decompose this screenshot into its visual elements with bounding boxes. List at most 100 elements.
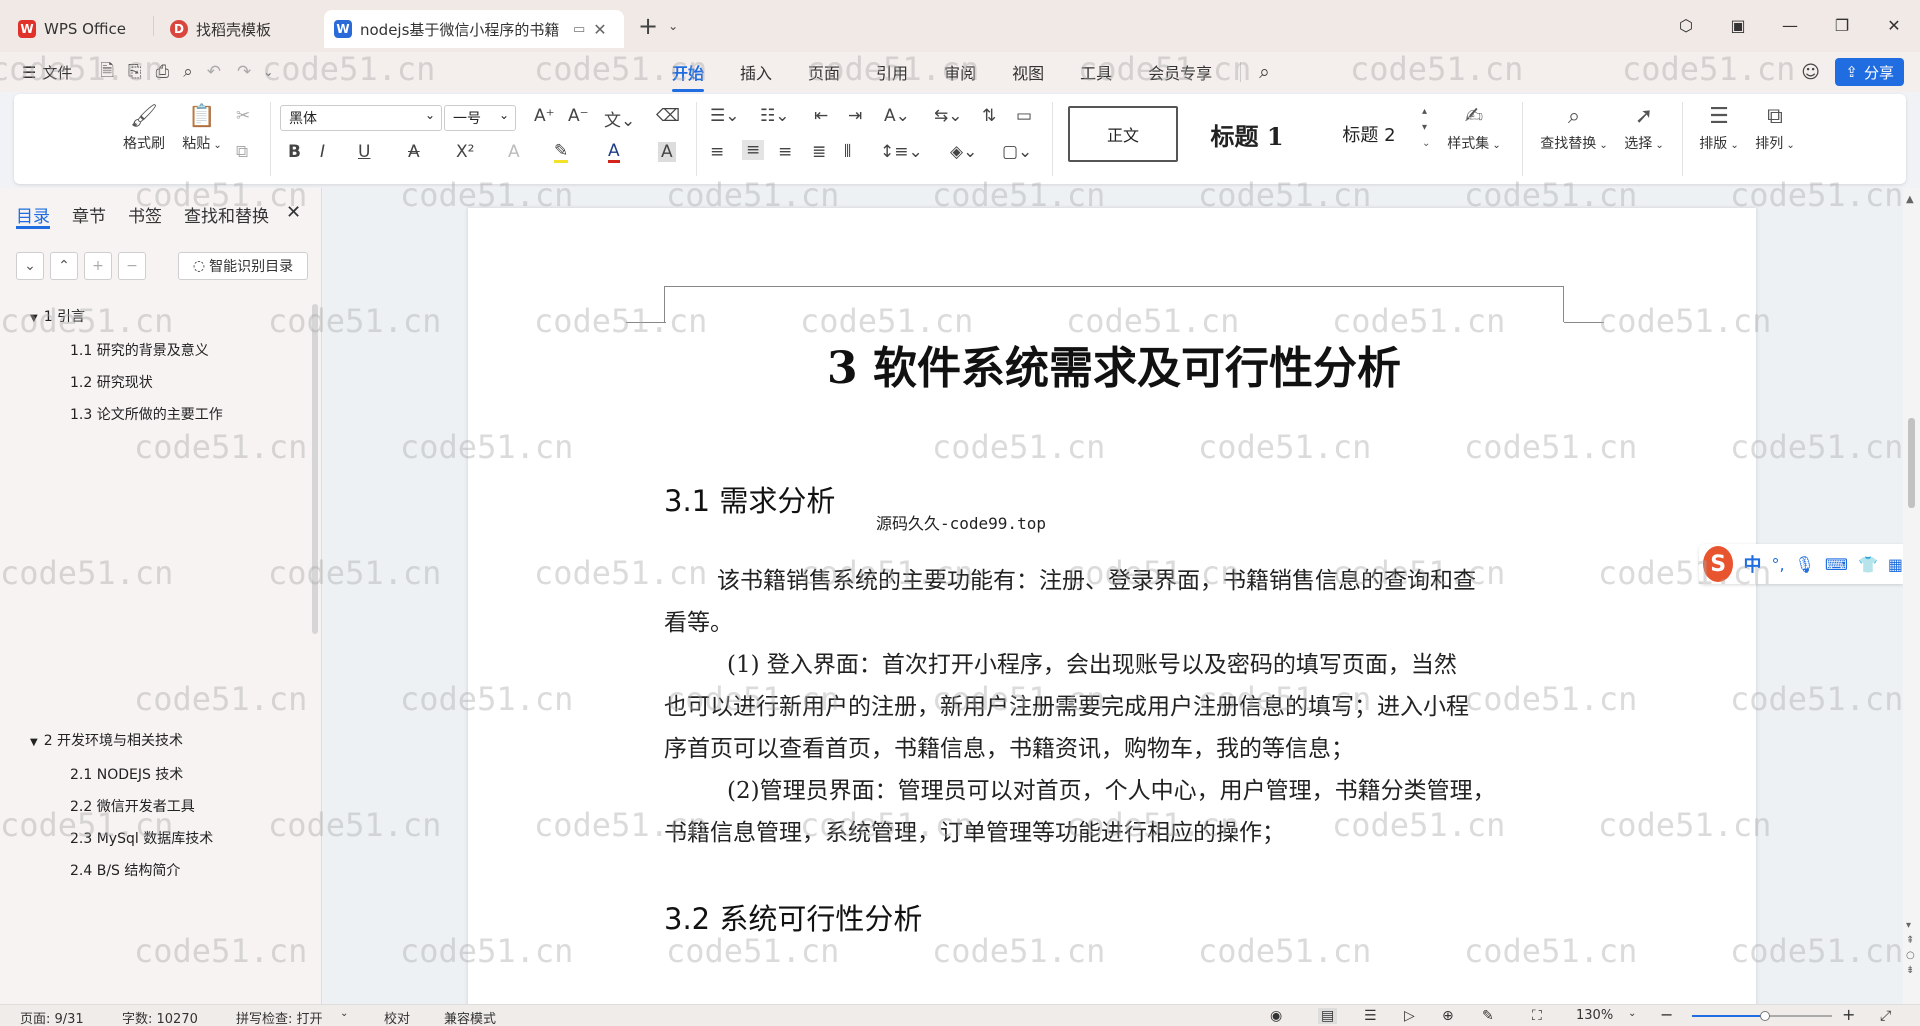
page-nav-icons[interactable]: ▾ ⇞ ○ ⇟ <box>1906 918 1915 978</box>
ime-mode[interactable]: 中 <box>1743 551 1761 577</box>
phonetic-icon[interactable]: 文⌄ <box>604 106 635 131</box>
hamburger-icon[interactable]: ☰ <box>22 63 36 82</box>
toc-item[interactable]: 1.2 研究现状 <box>70 372 153 392</box>
toc-item[interactable]: ▼ 1 引言 <box>30 306 85 326</box>
format-painter-button[interactable]: 🖌 格式刷 <box>118 104 170 153</box>
layout-button[interactable]: ☰ 排版 ⌄ <box>1694 104 1744 153</box>
save-icon[interactable]: 🗎 <box>100 58 114 87</box>
toc-item[interactable]: 1.3 论文所做的主要工作 <box>70 404 223 424</box>
file-menu[interactable]: 文件 <box>42 62 72 83</box>
spell-check[interactable]: 拼写检查: 打开 <box>236 1008 323 1026</box>
style-heading2[interactable]: 标题 2 <box>1314 106 1424 162</box>
proofread[interactable]: 校对 <box>384 1008 410 1026</box>
cube-icon[interactable]: ⬡ <box>1660 16 1712 35</box>
close-pane-icon[interactable]: ✕ <box>286 202 301 223</box>
zoom-slider[interactable] <box>1692 1011 1832 1021</box>
style-scroll[interactable]: ▴ ▾ ⌄ <box>1422 104 1430 152</box>
show-marks-icon[interactable]: ▭ <box>1016 106 1032 126</box>
paste-button[interactable]: 📋 粘贴 ⌄ <box>176 104 228 153</box>
fullscreen-icon[interactable]: ⤢ <box>1880 1008 1891 1024</box>
close-tab-icon[interactable]: ✕ <box>593 20 606 39</box>
style-heading1[interactable]: 标题 1 <box>1192 106 1302 162</box>
scroll-up-icon[interactable]: ▲ <box>1906 194 1914 205</box>
page-indicator[interactable]: 页面: 9/31 <box>20 1008 84 1026</box>
align-left-icon[interactable]: ≡ <box>710 142 724 162</box>
font-color-icon[interactable]: A <box>608 142 620 163</box>
quick-access-chevron-icon[interactable]: ⌄ <box>263 65 273 79</box>
word-count[interactable]: 字数: 10270 <box>122 1008 198 1026</box>
redo-icon[interactable]: ↷ <box>237 62 251 82</box>
zoom-in-icon[interactable]: + <box>1842 1005 1855 1024</box>
tab-wps-office[interactable]: W WPS Office <box>8 10 153 48</box>
close-window-icon[interactable]: ✕ <box>1868 16 1920 35</box>
style-normal[interactable]: 正文 <box>1068 106 1178 162</box>
search-icon[interactable]: ⌕ <box>1251 61 1278 83</box>
tab-bookmarks[interactable]: 书签 <box>128 202 162 227</box>
tab-find-replace[interactable]: 查找和替换 <box>184 202 269 227</box>
tab-review[interactable]: 审阅 <box>926 60 994 84</box>
convert-icon[interactable]: ⇆⌄ <box>934 106 963 126</box>
toolbox-icon[interactable]: ▦ <box>1888 555 1903 574</box>
zoom-slider-handle[interactable] <box>1760 1011 1770 1021</box>
toc-item[interactable]: 1.1 研究的背景及意义 <box>70 340 209 360</box>
shading-icon[interactable]: ◈⌄ <box>950 142 977 162</box>
numbering-icon[interactable]: ☷⌄ <box>760 106 789 126</box>
tab-chapters[interactable]: 章节 <box>72 202 106 227</box>
new-tab-icon[interactable]: + <box>638 12 658 40</box>
shrink-font-icon[interactable]: A⁻ <box>568 106 589 126</box>
tab-toc[interactable]: 目录 <box>16 202 50 227</box>
share-button[interactable]: ⇪ 分享 <box>1835 58 1904 86</box>
pane-scrollbar[interactable] <box>312 304 318 634</box>
toc-item[interactable]: ▼ 2 开发环境与相关技术 <box>30 730 183 750</box>
grow-font-icon[interactable]: A⁺ <box>534 106 555 126</box>
web-view-icon[interactable]: ⊕ <box>1442 1008 1454 1024</box>
remove-level-button[interactable]: − <box>118 252 146 280</box>
align-center-icon[interactable]: ≡ <box>742 140 765 160</box>
strikethrough-icon[interactable]: A <box>408 142 420 162</box>
clear-format-icon[interactable]: ⌫ <box>656 106 680 126</box>
tab-tools[interactable]: 工具 <box>1062 60 1130 84</box>
tab-references[interactable]: 引用 <box>858 60 926 84</box>
font-size-select[interactable]: 一号 ⌄ <box>444 105 516 131</box>
comment-icon[interactable]: ☺ <box>1801 62 1820 83</box>
export-icon[interactable]: ⎘ <box>128 62 142 82</box>
tab-docer-templates[interactable]: D 找稻壳模板 <box>160 10 320 48</box>
smart-toc-button[interactable]: ◌ 智能识别目录 <box>178 252 308 280</box>
increase-indent-icon[interactable]: ⇥ <box>848 106 862 126</box>
line-spacing-icon[interactable]: ↕≡⌄ <box>880 142 923 162</box>
expand-down-button[interactable]: ⌄ <box>16 252 44 280</box>
toc-item[interactable]: 2.1 NODEJS 技术 <box>70 764 183 784</box>
vertical-scrollbar[interactable]: ▲ ▾ ⇞ ○ ⇟ <box>1903 188 1920 1004</box>
sort-icon[interactable]: ⇅ <box>982 106 996 126</box>
italic-icon[interactable]: I <box>320 142 325 162</box>
scrollbar-thumb[interactable] <box>1908 418 1915 508</box>
text-effect-icon[interactable]: A <box>508 142 520 162</box>
sogou-logo-icon[interactable]: S <box>1703 546 1734 582</box>
page-view-icon[interactable]: ▤ <box>1318 1008 1338 1024</box>
highlight-icon[interactable]: ✎ <box>554 142 569 163</box>
tab-member[interactable]: 会员专享 <box>1130 60 1230 84</box>
cut-icon[interactable]: ✂ <box>236 106 250 126</box>
print-icon[interactable]: ⎙ <box>156 62 170 82</box>
toc-item[interactable]: 2.2 微信开发者工具 <box>70 796 195 816</box>
minimize-icon[interactable]: — <box>1764 16 1816 35</box>
char-shading-icon[interactable]: A <box>658 142 676 162</box>
zoom-out-icon[interactable]: − <box>1660 1005 1673 1024</box>
distributed-icon[interactable]: ⫴ <box>844 142 851 162</box>
play-icon[interactable]: ▷ <box>1404 1008 1415 1024</box>
document-page[interactable]: 3 软件系统需求及可行性分析 3.1 需求分析 源码久久-code99.top … <box>468 208 1756 1004</box>
toc-item[interactable]: 2.4 B/S 结构简介 <box>70 860 180 880</box>
toc-item[interactable]: 2.3 MySql 数据库技术 <box>70 828 213 848</box>
punctuation-icon[interactable]: °, <box>1771 555 1784 574</box>
eye-icon[interactable]: ◉ <box>1270 1008 1282 1024</box>
tab-list-chevron-icon[interactable]: ⌄ <box>668 19 678 33</box>
microphone-icon[interactable]: 🎙 <box>1795 555 1815 574</box>
tab-page[interactable]: 页面 <box>790 60 858 84</box>
underline-icon[interactable]: U <box>358 142 370 162</box>
justify-icon[interactable]: ≣ <box>812 142 826 162</box>
tab-insert[interactable]: 插入 <box>722 60 790 84</box>
screen-icon[interactable]: ▭ <box>573 22 585 37</box>
skin-icon[interactable]: 👕 <box>1858 555 1878 574</box>
tab-document[interactable]: W nodejs基于微信小程序的书籍 ▭ ✕ <box>324 10 624 48</box>
tab-home[interactable]: 开始 <box>654 60 722 92</box>
